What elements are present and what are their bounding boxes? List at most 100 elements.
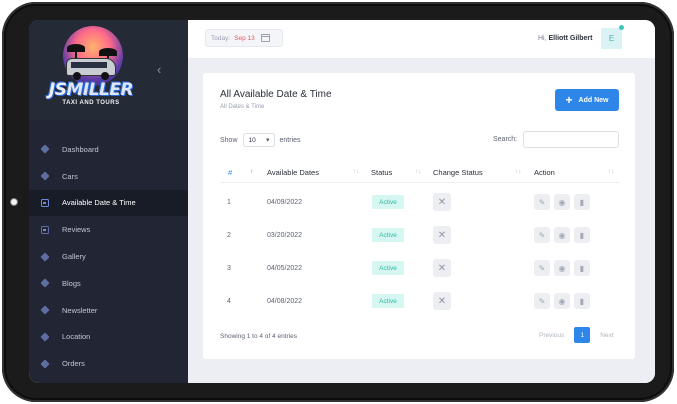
today-date-picker[interactable]: Today: Sep 13 [205,29,283,47]
sidebar-item-label: Location [62,332,91,342]
sidebar-item-label: Gallery [62,252,86,262]
search-input[interactable] [523,131,619,148]
table-row: 4 04/08/2022 Active ✕ ✎ ◉ ▮ [220,286,620,319]
header-available-dates[interactable]: Available Dates [267,168,319,177]
sort-icon[interactable]: ↑ [250,168,253,175]
edit-icon[interactable]: ✎ [534,227,550,243]
cube-icon [40,144,50,154]
pagination-page-1[interactable]: 1 [574,327,591,343]
pagination-next[interactable]: Next [594,332,619,339]
show-label: Show [220,136,238,144]
sort-icon[interactable]: ↑↓ [415,168,422,175]
brand-logo[interactable]: JSMILLER TAXI AND TOURS [29,20,188,120]
plus-icon: + [565,93,573,107]
calendar-icon [41,225,49,234]
calendar-icon [260,34,270,42]
topbar: Today: Sep 13 Hi, Elliott Gilbert E [188,20,655,58]
header-num[interactable]: # [228,168,232,177]
sidebar-item-reviews[interactable]: Reviews [29,216,188,243]
sidebar-item-blogs[interactable]: Blogs [29,270,188,297]
search-label: Search: [493,136,518,143]
avatar[interactable]: E [601,28,622,49]
row-date: 04/09/2022 [267,199,303,206]
deactivate-icon[interactable]: ✕ [433,226,451,244]
cube-icon [40,171,50,181]
user-greeting: Hi, Elliott Gilbert [538,35,592,42]
cube-icon [40,305,50,315]
collapse-sidebar-icon[interactable]: ‹ [157,62,161,77]
cube-icon [40,278,50,288]
header-action[interactable]: Action [534,168,555,177]
view-icon[interactable]: ◉ [554,227,570,243]
pagination-previous[interactable]: Previous [533,332,570,339]
sidebar-item-label: Orders [62,359,85,369]
row-date: 03/20/2022 [267,232,303,239]
deactivate-icon[interactable]: ✕ [433,259,451,277]
cube-icon [40,252,50,262]
view-icon[interactable]: ◉ [554,194,570,210]
sidebar-item-label: Blogs [62,278,81,288]
sidebar-item-dashboard[interactable]: Dashboard [29,136,188,163]
table-row: 3 04/05/2022 Active ✕ ✎ ◉ ▮ [220,253,620,286]
row-date: 04/05/2022 [267,265,303,272]
brand-name-part1: JS [48,80,67,100]
entries-label: entries [279,136,301,144]
trash-icon[interactable]: ▮ [574,293,590,309]
sunset-logo-icon [63,26,123,86]
cube-icon [40,359,50,369]
pagination: Previous 1 Next [533,327,620,343]
trash-icon[interactable]: ▮ [574,260,590,276]
edit-icon[interactable]: ✎ [534,293,550,309]
row-date: 04/08/2022 [267,298,303,305]
entries-control: Show 10 entries [220,133,301,147]
online-status-dot [619,25,624,30]
row-num: 1 [227,199,231,206]
sidebar-item-label: Available Date & Time [62,198,136,208]
sidebar-item-orders[interactable]: Orders [29,350,188,377]
sidebar-item-cars[interactable]: Cars [29,163,188,190]
entries-info: Showing 1 to 4 of 4 entries [220,333,297,340]
edit-icon[interactable]: ✎ [534,194,550,210]
header-status[interactable]: Status [371,168,392,177]
status-badge: Active [372,195,404,209]
table-row: 2 03/20/2022 Active ✕ ✎ ◉ ▮ [220,220,620,253]
brand-name-part2: MILLER [66,80,134,100]
sidebar-item-label: Cars [62,171,78,181]
dates-card: All Available Date & Time All Dates & Ti… [203,73,635,359]
brand-name: JSMILLER [41,80,141,100]
row-num: 4 [227,298,231,305]
sidebar-item-gallery[interactable]: Gallery [29,243,188,270]
edit-icon[interactable]: ✎ [534,260,550,276]
cube-icon [40,332,50,342]
sort-icon[interactable]: ↑↓ [353,168,360,175]
trash-icon[interactable]: ▮ [574,227,590,243]
trash-icon[interactable]: ▮ [574,194,590,210]
header-change-status[interactable]: Change Status [433,168,483,177]
user-name: Elliott Gilbert [548,35,593,42]
sidebar-item-label: Dashboard [62,144,99,154]
sidebar-item-newsletter[interactable]: Newsletter [29,297,188,324]
status-badge: Active [372,261,404,275]
today-label: Today: [211,34,231,42]
greeting-prefix: Hi, [538,35,547,42]
sort-icon[interactable]: ↑↓ [608,168,615,175]
sidebar-item-location[interactable]: Location [29,324,188,351]
sidebar-item-available-date-time[interactable]: Available Date & Time [29,189,188,217]
page-title: All Available Date & Time [220,89,332,100]
deactivate-icon[interactable]: ✕ [433,292,451,310]
table-row: 1 04/09/2022 Active ✕ ✎ ◉ ▮ [220,187,620,220]
add-new-label: Add New [578,96,609,104]
add-new-button[interactable]: + Add New [555,89,619,111]
view-icon[interactable]: ◉ [554,260,570,276]
breadcrumb: All Dates & Time [220,104,265,110]
entries-select[interactable]: 10 [242,133,275,147]
status-badge: Active [372,228,404,242]
brand-tagline: TAXI AND TOURS [62,100,120,106]
sort-icon[interactable]: ↑↓ [515,168,522,175]
view-icon[interactable]: ◉ [554,293,570,309]
calendar-icon [41,198,49,207]
row-num: 3 [227,265,231,272]
deactivate-icon[interactable]: ✕ [433,193,451,211]
app-screen: JSMILLER TAXI AND TOURS ‹ Dashboard Cars… [29,20,655,383]
main-content: Today: Sep 13 Hi, Elliott Gilbert E All … [188,20,655,383]
